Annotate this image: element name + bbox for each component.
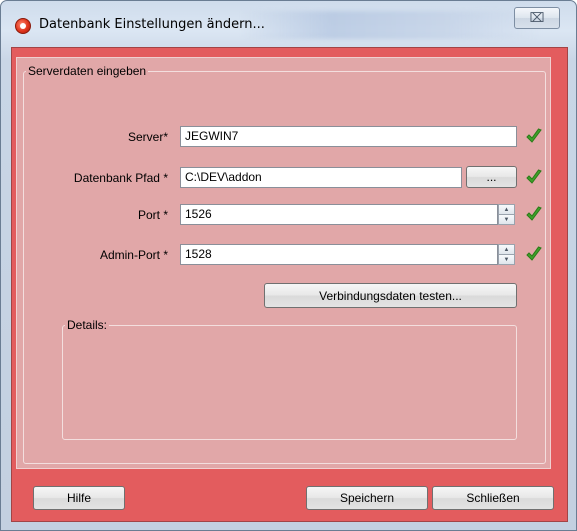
details-group: Details: [62, 318, 517, 440]
close-window-button[interactable]: ⌧ [514, 7, 560, 29]
browse-button[interactable]: ... [466, 166, 517, 188]
port-spinner[interactable]: ▲ ▼ [498, 204, 515, 225]
check-icon [526, 128, 542, 143]
test-connection-button[interactable]: Verbindungsdaten testen... [264, 283, 517, 308]
admin-port-label: Admin-Port * [99, 248, 168, 262]
title-bar[interactable]: Datenbank Einstellungen ändern... ⌧ [1, 1, 576, 45]
spin-up-icon[interactable]: ▲ [498, 244, 515, 255]
window-title: Datenbank Einstellungen ändern... [39, 17, 265, 32]
close-button[interactable]: Schließen [432, 486, 554, 510]
server-input[interactable]: JEGWIN7 [180, 126, 517, 147]
details-legend: Details: [67, 318, 108, 332]
title-background-blur [241, 11, 541, 39]
check-icon [526, 169, 542, 184]
database-path-input[interactable]: C:\DEV\addon [180, 167, 462, 188]
help-button[interactable]: Hilfe [33, 486, 125, 510]
spin-down-icon[interactable]: ▼ [498, 215, 515, 225]
admin-port-spinner[interactable]: ▲ ▼ [498, 244, 515, 265]
server-label: Server* [127, 130, 168, 144]
save-button[interactable]: Speichern [306, 486, 428, 510]
database-path-label: Datenbank Pfad * [73, 171, 168, 185]
spin-down-icon[interactable]: ▼ [498, 255, 515, 265]
check-icon [526, 206, 542, 221]
admin-port-input[interactable]: 1528 [180, 244, 498, 265]
server-data-legend: Serverdaten eingeben [28, 64, 147, 78]
spin-up-icon[interactable]: ▲ [498, 204, 515, 215]
port-label: Port * [137, 208, 168, 222]
app-logo-icon [15, 18, 31, 34]
check-icon [526, 246, 542, 261]
port-input[interactable]: 1526 [180, 204, 498, 225]
